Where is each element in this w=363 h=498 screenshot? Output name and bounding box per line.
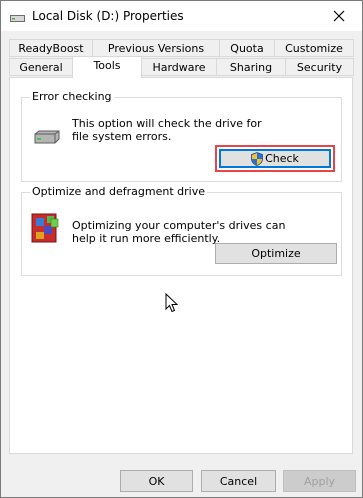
- tab-previous-versions[interactable]: Previous Versions: [92, 39, 220, 57]
- error-checking-description: This option will check the drive for fil…: [72, 117, 262, 143]
- tools-tab-panel: Error checking This option will check th…: [9, 77, 353, 454]
- optimize-group: Optimize and defragment drive Optimizing…: [21, 185, 342, 276]
- check-button[interactable]: Check: [219, 149, 331, 168]
- close-button[interactable]: [316, 1, 362, 31]
- cancel-button[interactable]: Cancel: [201, 470, 276, 492]
- optimize-description: Optimizing your computer's drives can he…: [72, 219, 286, 245]
- defragment-icon: [31, 211, 59, 248]
- close-icon: [333, 10, 345, 22]
- title-bar[interactable]: Local Disk (D:) Properties: [1, 1, 362, 31]
- window-title: Local Disk (D:) Properties: [32, 9, 184, 23]
- tab-customize[interactable]: Customize: [274, 39, 354, 57]
- tab-security[interactable]: Security: [285, 58, 354, 76]
- tab-quota[interactable]: Quota: [219, 39, 275, 57]
- drive-icon: [10, 12, 25, 22]
- error-checking-group: Error checking This option will check th…: [21, 90, 342, 182]
- tab-hardware[interactable]: Hardware: [141, 58, 217, 76]
- optimize-title: Optimize and defragment drive: [30, 185, 207, 198]
- drive-icon: [34, 130, 60, 147]
- apply-button[interactable]: Apply: [283, 470, 356, 492]
- mouse-cursor-icon: [165, 292, 179, 316]
- tab-readyboost[interactable]: ReadyBoost: [9, 39, 93, 57]
- shield-icon: [251, 151, 263, 166]
- optimize-button[interactable]: Optimize: [215, 243, 337, 264]
- error-checking-title: Error checking: [30, 90, 114, 103]
- tab-general[interactable]: General: [9, 58, 73, 76]
- tab-tools[interactable]: Tools: [72, 56, 142, 78]
- ok-button[interactable]: OK: [120, 470, 193, 492]
- tab-sharing[interactable]: Sharing: [216, 58, 286, 76]
- check-button-label: Check: [265, 152, 299, 165]
- properties-window: Local Disk (D:) Properties ReadyBoost Pr…: [0, 0, 363, 498]
